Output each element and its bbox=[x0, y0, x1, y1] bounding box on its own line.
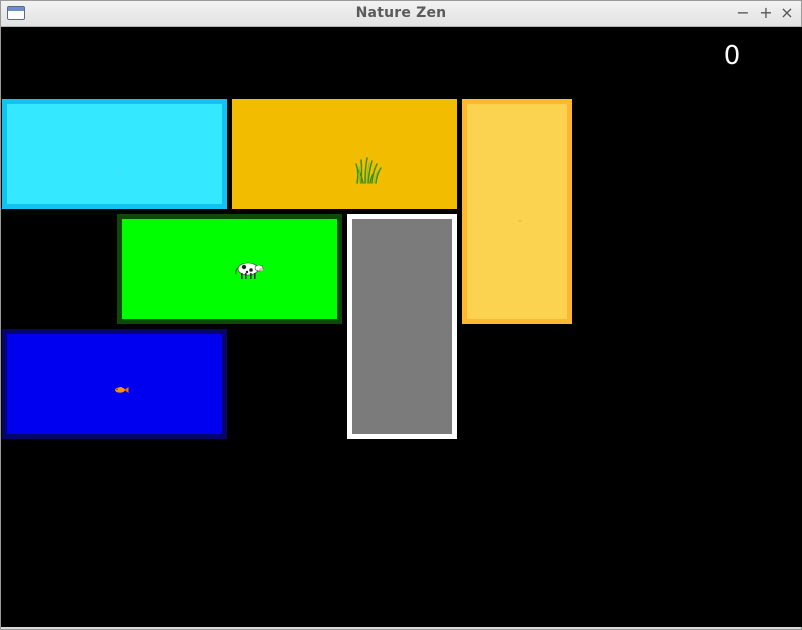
app-window: Nature Zen − + × 0 bbox=[0, 0, 802, 630]
window-bottom-edge bbox=[1, 627, 801, 629]
cow-icon bbox=[235, 262, 264, 279]
gray-tile[interactable] bbox=[347, 214, 457, 439]
game-canvas[interactable]: 0 bbox=[2, 27, 802, 627]
window-title: Nature Zen bbox=[355, 5, 447, 21]
maximize-button[interactable]: + bbox=[756, 3, 776, 23]
score-counter: 0 bbox=[723, 41, 741, 71]
title-bar[interactable]: Nature Zen − + × bbox=[1, 1, 801, 27]
blue-tile[interactable] bbox=[2, 329, 227, 439]
close-button[interactable]: × bbox=[777, 3, 797, 23]
cyan-tile[interactable] bbox=[2, 99, 227, 209]
fish-icon bbox=[115, 387, 129, 393]
yellow-tile[interactable] bbox=[462, 99, 572, 324]
faint-icon bbox=[518, 220, 522, 222]
green-tile[interactable] bbox=[117, 214, 342, 324]
tiny-dot-icon bbox=[116, 171, 118, 173]
minimize-button[interactable]: − bbox=[733, 3, 753, 23]
grass-icon bbox=[355, 157, 382, 184]
amber-tile[interactable] bbox=[232, 99, 457, 209]
